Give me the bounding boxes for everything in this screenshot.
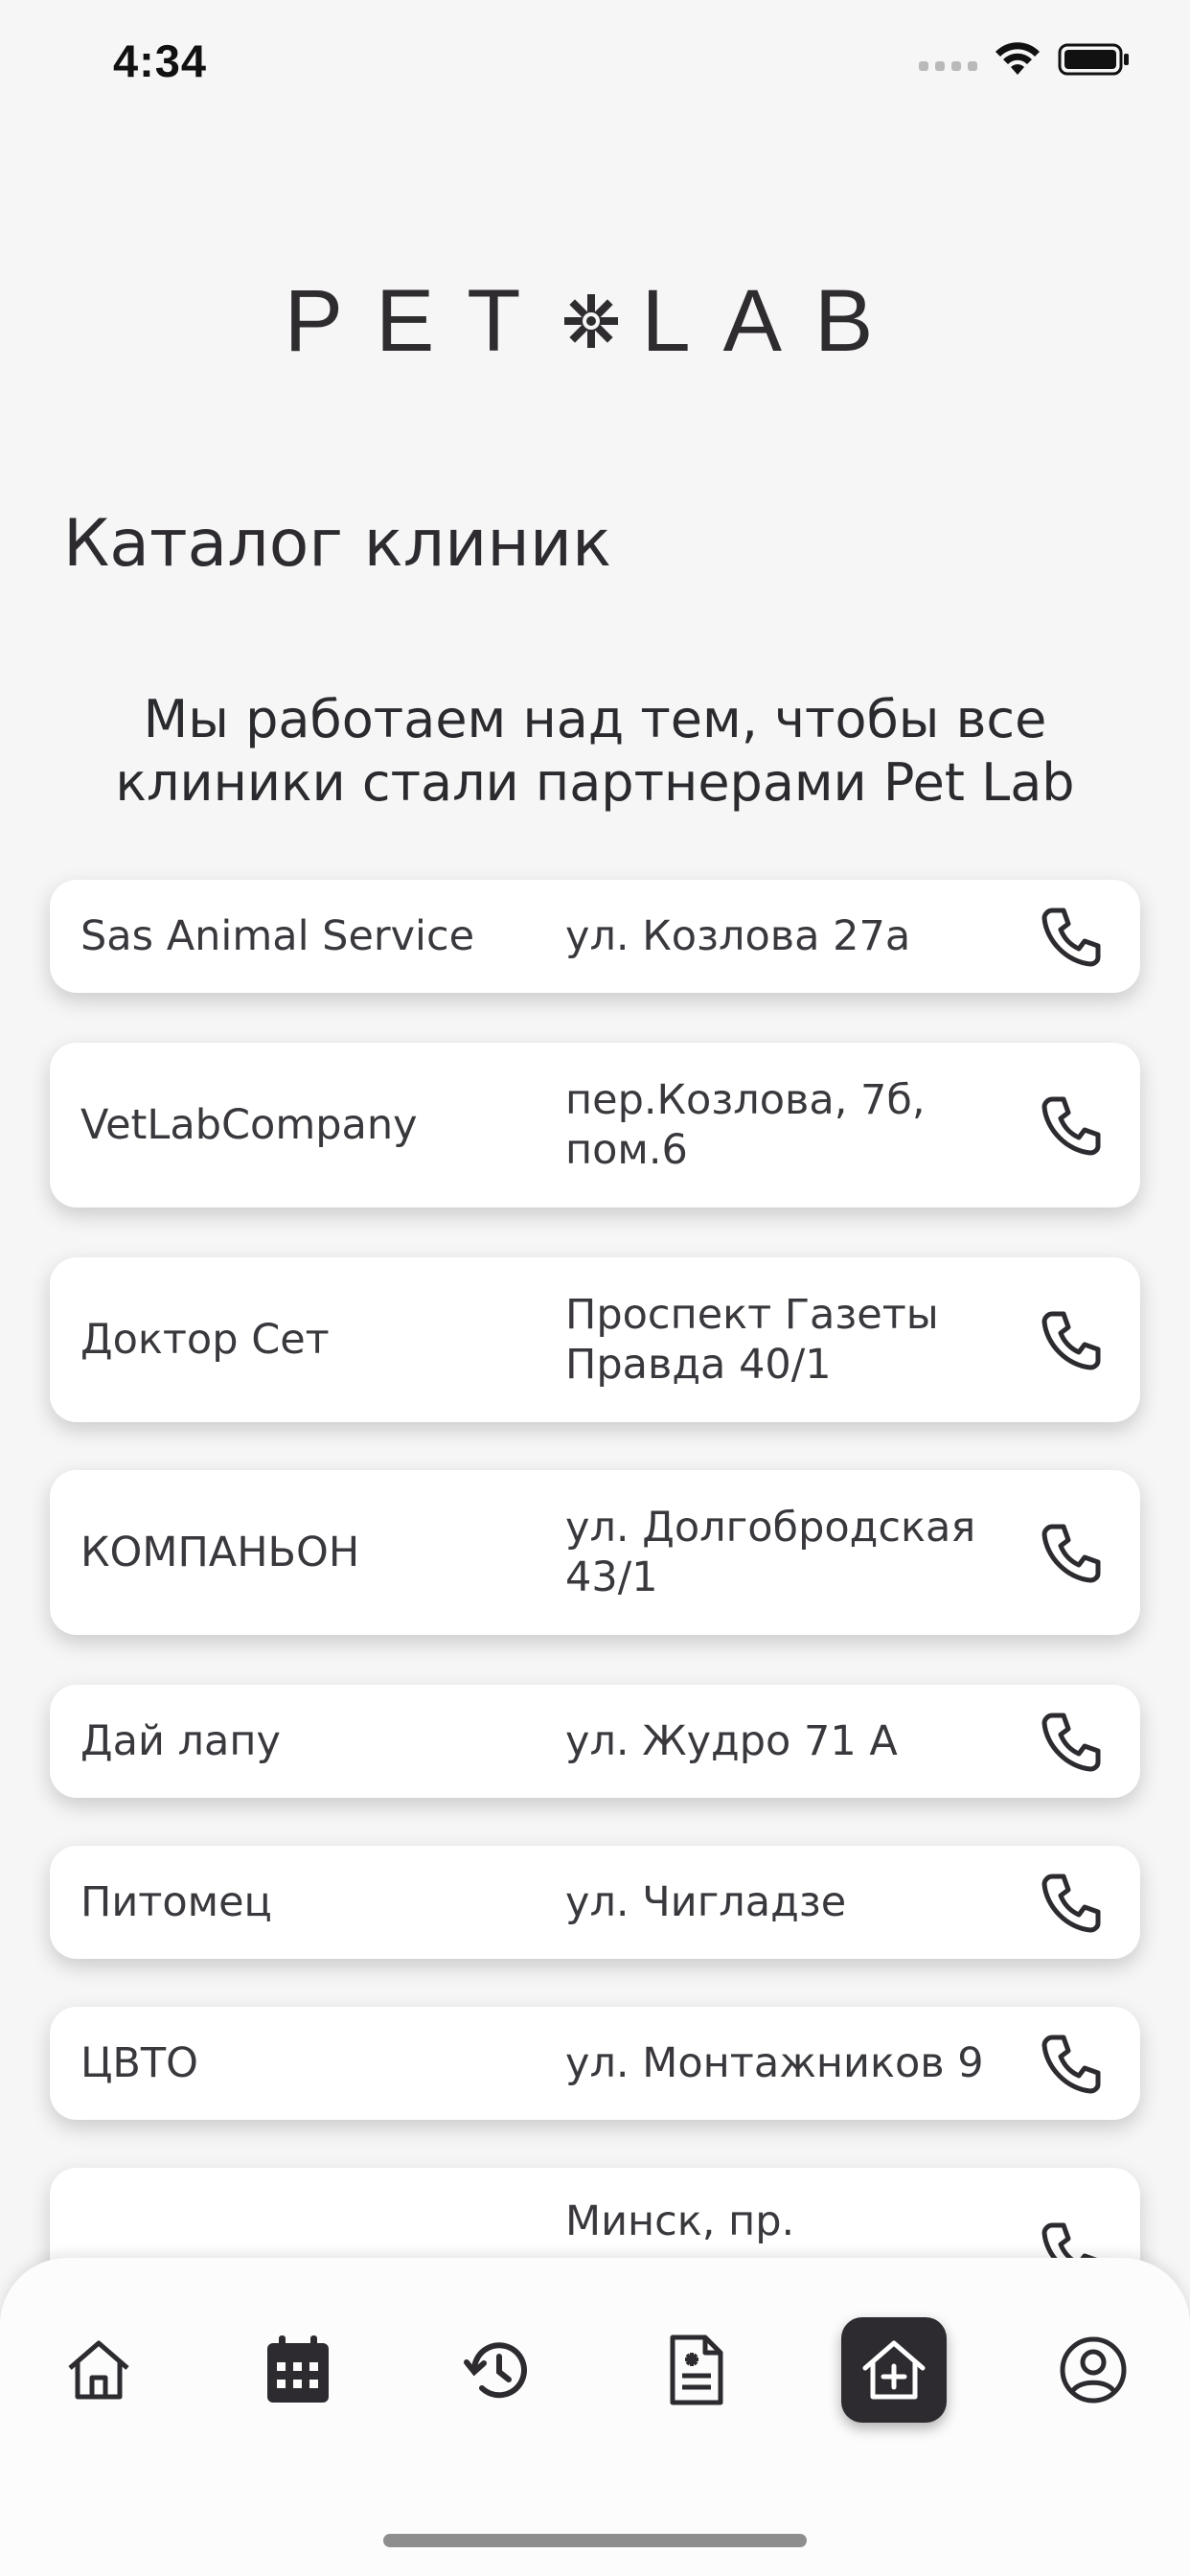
clinic-address: ул. Жудро 71 А [565,1717,898,1765]
tab-medical-card[interactable] [644,2317,749,2423]
home-icon [68,2340,129,2400]
phone-icon[interactable] [1037,901,1108,972]
clinic-card[interactable]: Доктор Сет Проспект Газеты Правда 40/1 [50,1257,1140,1422]
profile-icon [1060,2336,1127,2404]
clinic-name: ЦВТО [80,2039,198,2087]
clinic-card[interactable]: Дай лапу ул. Жудро 71 А [50,1685,1140,1798]
clinic-address: Минск, пр. [565,2197,795,2245]
phone-icon[interactable] [1037,1867,1108,1938]
clinic-name: Дай лапу [80,1717,281,1765]
snowflake-logo-icon [563,294,618,348]
clinic-name: КОМПАНЬОН [80,1529,360,1576]
clinic-card[interactable]: Питомец ул. Чигладзе [50,1846,1140,1959]
tab-profile[interactable] [1041,2317,1146,2423]
logo-text-right: LAB [641,272,906,370]
clinic-name: VetLabCompany [80,1101,418,1149]
status-time: 4:34 [113,35,208,86]
cellular-signal-icon [919,61,977,71]
clinic-card[interactable]: КОМПАНЬОН ул. Долгобродская 43/1 [50,1470,1140,1635]
clinic-address: ул. Долгобродская 43/1 [565,1504,976,1601]
home-indicator[interactable] [383,2534,807,2547]
phone-icon[interactable] [1037,1706,1108,1777]
subtitle: Мы работаем над тем, чтобы все клиники с… [115,689,1075,813]
phone-icon[interactable] [1037,1517,1108,1588]
logo-text-left: PET [284,272,554,370]
tab-history[interactable] [445,2317,550,2423]
phone-icon[interactable] [1037,1304,1108,1375]
clinic-icon [862,2340,926,2400]
battery-icon [1058,43,1129,76]
clinic-card[interactable]: ЦВТО ул. Монтажников 9 [50,2007,1140,2120]
wifi-icon [995,42,1040,75]
clinic-card[interactable]: Sas Animal Service ул. Козлова 27а [50,880,1140,993]
tab-home[interactable] [46,2317,151,2423]
clinic-address: ул. Чигладзе [565,1878,847,1926]
status-icons [919,42,1131,77]
calendar-icon [267,2335,329,2403]
clinic-name: Sas Animal Service [80,912,475,960]
clinic-name: Доктор Сет [80,1316,330,1364]
bottom-tab-bar [0,2258,1190,2576]
tab-calendar[interactable] [245,2317,351,2423]
tab-clinics[interactable] [841,2317,947,2423]
clinic-card[interactable]: VetLabCompany пер.Козлова, 7б, пом.6 [50,1043,1140,1208]
phone-icon[interactable] [1037,2028,1108,2099]
clinic-address: ул. Монтажников 9 [565,2039,984,2087]
medical-document-icon [670,2334,723,2405]
clinic-address: Проспект Газеты Правда 40/1 [565,1291,939,1389]
history-icon [464,2342,527,2399]
clinic-address: ул. Козлова 27а [565,912,911,960]
clinic-name: Питомец [80,1878,272,1926]
status-bar: 4:34 [0,0,1190,134]
pet-lab-logo: PET LAB [0,272,1190,370]
phone-icon[interactable] [1037,1090,1108,1161]
page-title: Каталог клиник [63,506,612,582]
clinic-address: пер.Козлова, 7б, пом.6 [565,1076,926,1174]
